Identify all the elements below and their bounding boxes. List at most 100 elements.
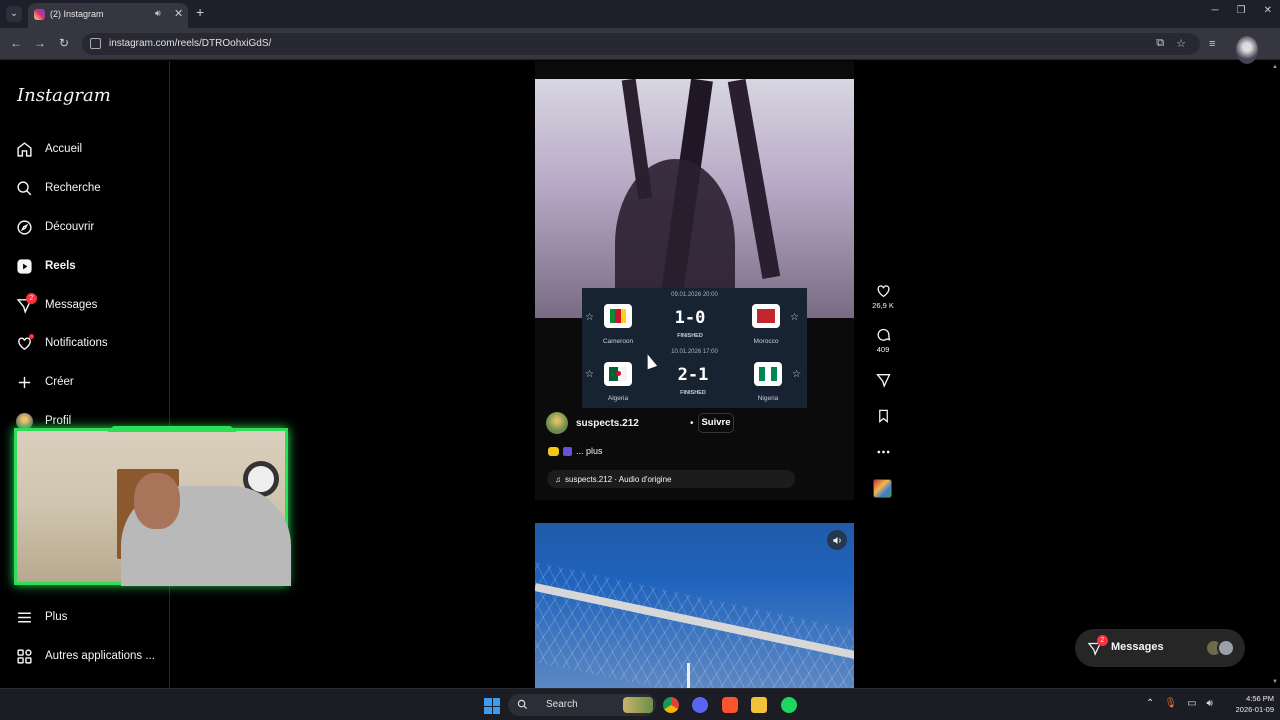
- team-name: Algeria: [607, 395, 629, 402]
- reel-caption[interactable]: ... plus: [548, 446, 603, 456]
- system-clock[interactable]: 4:56 PM 2026-01-09: [1222, 693, 1274, 715]
- forward-icon[interactable]: →: [34, 36, 46, 50]
- cameroon-flag-icon: [604, 304, 632, 328]
- author-username[interactable]: suspects.212: [576, 418, 639, 429]
- audio-thumbnail[interactable]: [873, 479, 892, 498]
- chevron-up-icon[interactable]: ⌃: [1146, 698, 1154, 709]
- messenger-icon: 2: [16, 292, 37, 314]
- site-info-icon[interactable]: [90, 38, 101, 49]
- star-icon: ☆: [585, 369, 594, 380]
- taskbar-search[interactable]: Search: [508, 694, 656, 716]
- match-score: 1-0: [674, 308, 706, 328]
- restore-icon[interactable]: ❐: [1237, 5, 1246, 16]
- next-reel-video[interactable]: [535, 523, 854, 688]
- save-button[interactable]: [868, 408, 898, 426]
- reel-video[interactable]: [535, 79, 854, 318]
- algeria-flag-icon: [604, 362, 632, 386]
- browser-toolbar: ← → ↻ instagram.com/reels/DTROohxiGdS/ ⧉…: [0, 28, 1280, 64]
- messages-label: Messages: [1111, 641, 1164, 653]
- nav-search[interactable]: Recherche: [16, 177, 101, 199]
- nav-notifications[interactable]: Notifications: [16, 332, 108, 354]
- team-name: Cameroon: [602, 338, 634, 345]
- reel-author[interactable]: suspects.212: [546, 412, 639, 434]
- minimize-icon[interactable]: ─: [1212, 5, 1219, 16]
- nigeria-flag-icon: [754, 362, 782, 386]
- follow-button[interactable]: Suivre: [698, 413, 734, 433]
- morocco-flag-icon: [752, 304, 780, 328]
- nav-search-label: Recherche: [45, 182, 101, 194]
- close-tab-icon[interactable]: ✕: [174, 7, 183, 20]
- network-icon[interactable]: ▭: [1187, 698, 1196, 709]
- mute-toggle-button[interactable]: [827, 530, 847, 550]
- speaker-icon[interactable]: 🔊︎: [155, 8, 161, 19]
- discord-icon[interactable]: [692, 697, 708, 713]
- system-tray: ⌃ 🎙︎ ▭ 🔊︎: [1146, 698, 1213, 709]
- star-icon: ☆: [792, 369, 801, 380]
- close-window-icon[interactable]: ✕: [1264, 5, 1272, 16]
- nav-home-label: Accueil: [45, 143, 83, 155]
- browser-profile-avatar[interactable]: [1236, 36, 1258, 64]
- nav-messages[interactable]: 2 Messages: [16, 292, 98, 316]
- windows-start-icon[interactable]: [484, 698, 500, 714]
- back-icon[interactable]: ←: [10, 36, 22, 50]
- nav-more[interactable]: Plus: [16, 606, 67, 628]
- bookmark-star-icon[interactable]: ☆: [1176, 37, 1186, 50]
- star-icon: ☆: [790, 312, 799, 323]
- author-avatar[interactable]: [546, 412, 568, 434]
- match-status: FINISHED: [680, 390, 706, 396]
- media-control-icon[interactable]: ≡: [1209, 38, 1215, 50]
- emoji-icon: [563, 446, 572, 456]
- chrome-icon[interactable]: [663, 697, 679, 713]
- video-content: [687, 663, 690, 688]
- like-button[interactable]: 26,9 K: [868, 283, 898, 310]
- address-bar[interactable]: instagram.com/reels/DTROohxiGdS/ ⧉ ☆: [82, 33, 1200, 55]
- messages-floating-button[interactable]: 2 Messages: [1075, 629, 1245, 667]
- music-note-icon: ♫: [555, 474, 561, 484]
- notification-dot: [29, 333, 34, 339]
- brave-icon[interactable]: [722, 697, 738, 713]
- share-button[interactable]: [868, 372, 898, 390]
- nav-messages-label: Messages: [45, 299, 98, 311]
- team-name: Nigeria: [757, 395, 779, 402]
- spotify-icon[interactable]: [781, 697, 797, 713]
- scroll-up-icon[interactable]: ▲: [1272, 64, 1278, 70]
- caption-more[interactable]: ... plus: [576, 446, 603, 456]
- profile-avatar: [16, 412, 33, 430]
- new-tab-button[interactable]: +: [196, 5, 204, 19]
- conversation-avatars: [1205, 639, 1237, 657]
- comment-count: 409: [876, 345, 890, 354]
- address-actions: ⧉ ☆: [1156, 37, 1186, 50]
- install-app-icon[interactable]: ⧉: [1156, 37, 1164, 50]
- reload-icon[interactable]: ↻: [59, 36, 69, 50]
- microphone-icon[interactable]: 🎙︎: [1164, 698, 1177, 709]
- volume-icon[interactable]: 🔊︎: [1207, 698, 1213, 709]
- instagram-logo[interactable]: Instagram: [17, 85, 111, 106]
- avatar: [1217, 639, 1235, 657]
- star-icon: ☆: [585, 312, 594, 323]
- file-explorer-icon[interactable]: [751, 697, 767, 713]
- clock-date: 2026-01-09: [1235, 705, 1274, 714]
- bookmark-icon: [878, 409, 888, 423]
- comment-button[interactable]: 409: [868, 327, 898, 354]
- nav-explore[interactable]: Découvrir: [16, 216, 94, 238]
- scoreboard-overlay: 09.01.2026 20:00 ☆ Cameroon 1-0 FINISHED…: [582, 288, 807, 408]
- browser-tab-active[interactable]: (2) Instagram 🔊︎ ✕: [28, 3, 188, 28]
- home-icon: [16, 141, 33, 158]
- browser-tabbar: ⌄ (2) Instagram 🔊︎ ✕ + ─ ❐ ✕: [0, 0, 1280, 28]
- audio-link[interactable]: ♫ suspects.212 · Audio d'origine: [547, 470, 795, 488]
- page-scrollbar[interactable]: [1270, 61, 1280, 688]
- more-options-button[interactable]: [868, 444, 898, 462]
- messages-badge: 2: [26, 292, 37, 304]
- url-text[interactable]: instagram.com/reels/DTROohxiGdS/: [109, 38, 271, 49]
- reels-icon: [16, 258, 33, 275]
- windows-taskbar: Search ⌃ 🎙︎ ▭ 🔊︎ 4:56 PM 2026-01-09: [0, 688, 1280, 720]
- audio-label: suspects.212 · Audio d'origine: [565, 474, 672, 484]
- nav-home[interactable]: Accueil: [16, 138, 82, 160]
- nav-other-apps[interactable]: Autres applications ...: [16, 645, 155, 667]
- scroll-down-icon[interactable]: ▼: [1272, 679, 1278, 685]
- match-status: FINISHED: [677, 333, 703, 339]
- nav-reels[interactable]: Reels: [16, 255, 76, 277]
- team-name: Morocco: [753, 338, 779, 345]
- nav-create[interactable]: Créer: [16, 371, 74, 393]
- tab-list-button[interactable]: ⌄: [6, 6, 22, 22]
